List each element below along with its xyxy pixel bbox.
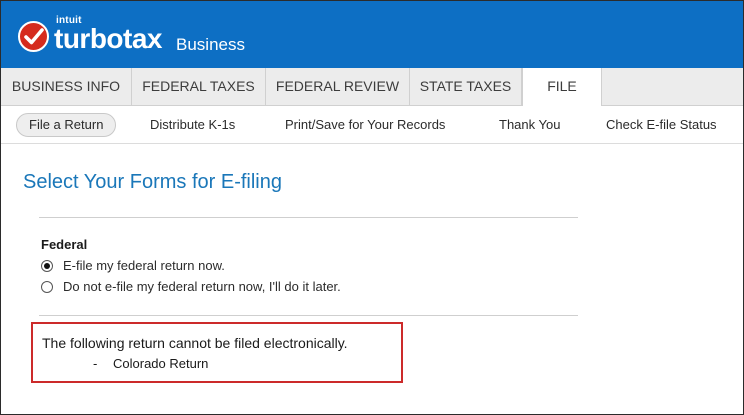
warning-return-item: Colorado Return xyxy=(113,356,209,371)
tab-federal-review[interactable]: FEDERAL REVIEW xyxy=(266,68,410,105)
primary-tabs: BUSINESS INFO FEDERAL TAXES FEDERAL REVI… xyxy=(1,68,743,106)
efile-later-label: Do not e-file my federal return now, I'l… xyxy=(63,279,341,294)
divider-top xyxy=(39,217,578,218)
brand-name: turbotax xyxy=(54,23,163,54)
page-title: Select Your Forms for E-filing xyxy=(23,171,282,193)
tab-file[interactable]: FILE xyxy=(522,68,602,106)
subnav-distribute-k1s[interactable]: Distribute K-1s xyxy=(150,106,235,144)
efile-warning-box: The following return cannot be filed ele… xyxy=(31,322,403,383)
checkmark-logo-icon xyxy=(18,21,49,52)
federal-section-label: Federal xyxy=(41,237,88,252)
warning-message: The following return cannot be filed ele… xyxy=(42,335,348,351)
tab-state-taxes[interactable]: STATE TAXES xyxy=(410,68,522,105)
secondary-nav: File a Return Distribute K-1s Print/Save… xyxy=(1,106,743,144)
tab-business-info[interactable]: BUSINESS INFO xyxy=(1,68,132,105)
efile-later-radio[interactable] xyxy=(41,281,53,293)
brand-subtitle: Business xyxy=(176,35,245,54)
tab-federal-taxes[interactable]: FEDERAL TAXES xyxy=(132,68,266,105)
subnav-check-efile-status[interactable]: Check E-file Status xyxy=(606,106,717,144)
divider-bottom xyxy=(39,315,578,316)
subnav-file-a-return[interactable]: File a Return xyxy=(16,113,117,137)
app-window: intuit turbotax Business BUSINESS INFO F… xyxy=(0,0,744,415)
subnav-thank-you[interactable]: Thank You xyxy=(499,106,560,144)
efile-now-radio[interactable] xyxy=(41,260,53,272)
efile-now-label: E-file my federal return now. xyxy=(63,258,225,273)
app-header: intuit turbotax Business xyxy=(1,1,743,68)
subnav-print-save[interactable]: Print/Save for Your Records xyxy=(285,106,445,144)
warning-list-dash: - xyxy=(93,356,98,371)
